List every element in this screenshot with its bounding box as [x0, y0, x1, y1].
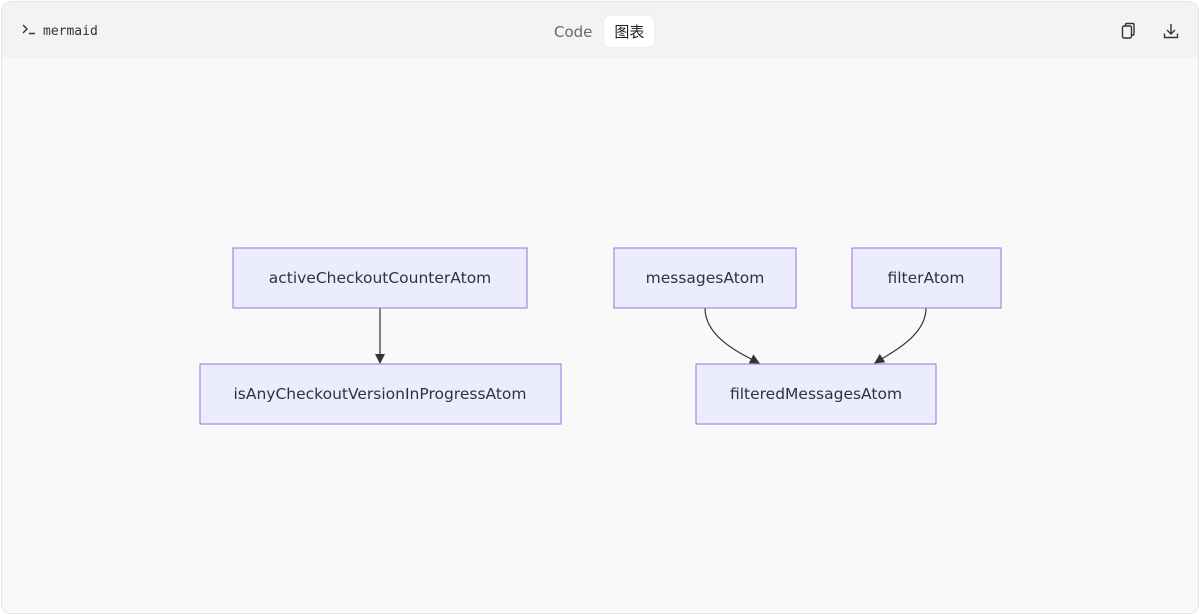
edge-filterAtom-to-filteredMessagesAtom [874, 307, 927, 364]
copy-button[interactable] [1118, 21, 1138, 41]
tab-diagram[interactable]: 图表 [604, 16, 655, 47]
tab-code-label: Code [554, 22, 593, 41]
download-button[interactable] [1161, 21, 1181, 41]
flowchart: activeCheckoutCounterAtom isAnyCheckoutV… [199, 247, 1002, 425]
download-icon [1163, 24, 1179, 39]
language-indicator: mermaid [22, 22, 98, 40]
terminal-prompt-icon [22, 23, 36, 39]
node-filteredMessagesAtom: filteredMessagesAtom [695, 363, 937, 425]
node-label: isAnyCheckoutVersionInProgressAtom [233, 385, 526, 403]
node-label: activeCheckoutCounterAtom [269, 269, 492, 287]
node-filterAtom: filterAtom [851, 247, 1002, 309]
view-tabs: Code 图表 [544, 16, 655, 47]
code-block-toolbar: mermaid Code 图表 [2, 2, 1198, 58]
language-label: mermaid [43, 23, 98, 39]
diagram-canvas: activeCheckoutCounterAtom isAnyCheckoutV… [2, 58, 1198, 613]
node-isAnyCheckoutVersionInProgressAtom: isAnyCheckoutVersionInProgressAtom [199, 363, 562, 425]
node-label: messagesAtom [646, 269, 765, 287]
node-label: filteredMessagesAtom [730, 385, 902, 403]
tab-code[interactable]: Code [544, 16, 602, 47]
node-activeCheckoutCounterAtom: activeCheckoutCounterAtom [232, 247, 528, 309]
tab-diagram-label: 图表 [614, 23, 645, 41]
node-label: filterAtom [887, 269, 964, 287]
edge-messagesAtom-to-filteredMessagesAtom [704, 307, 760, 364]
copy-icon [1121, 22, 1135, 39]
code-block-frame: mermaid Code 图表 activeCheckoutCounterAto… [1, 1, 1199, 614]
node-messagesAtom: messagesAtom [613, 247, 797, 309]
